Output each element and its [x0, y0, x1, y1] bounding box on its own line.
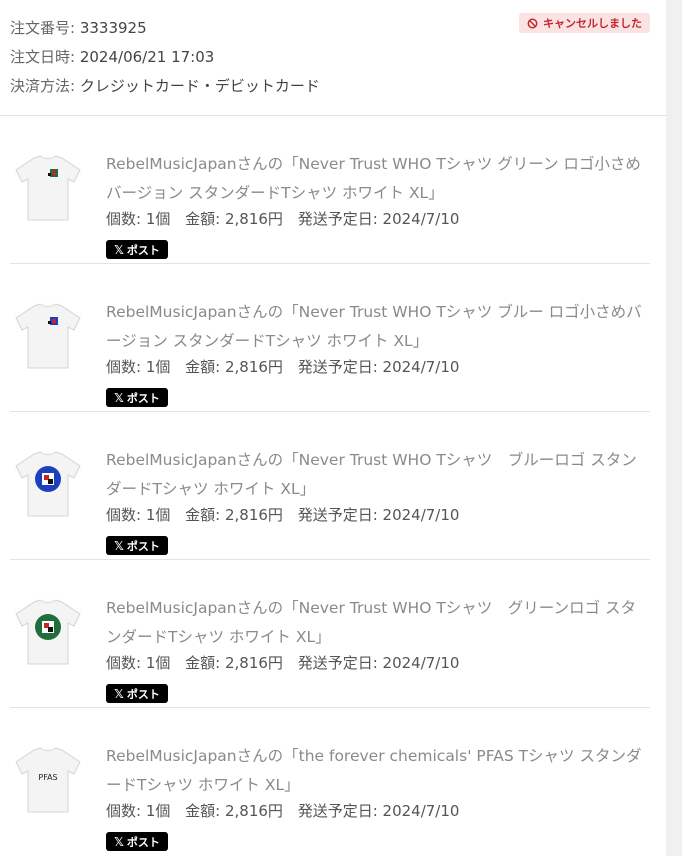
- order-detail: 注文番号: 3333925 注文日時: 2024/06/21 17:03 決済方…: [0, 0, 666, 855]
- ship-date: 発送予定日: 2024/7/10: [297, 654, 460, 672]
- tshirt-thumbnail[interactable]: [10, 448, 86, 524]
- x-logo-icon: 𝕏: [114, 242, 124, 257]
- list-item: PFAS RebelMusicJapanさんの「the forever chem…: [10, 708, 650, 855]
- order-date-label: 注文日時:: [10, 48, 76, 66]
- quantity: 個数: 1個: [106, 358, 171, 376]
- quantity: 個数: 1個: [106, 506, 171, 524]
- x-post-button[interactable]: 𝕏 ポスト: [106, 684, 168, 703]
- quantity: 個数: 1個: [106, 210, 171, 228]
- post-label: ポスト: [126, 687, 160, 701]
- item-details: 個数: 1個 金額: 2,816円 発送予定日: 2024/7/10: [106, 504, 469, 525]
- order-items: RebelMusicJapanさんの「Never Trust WHO Tシャツ …: [0, 116, 666, 855]
- tshirt-thumbnail[interactable]: PFAS: [10, 744, 86, 820]
- order-header: 注文番号: 3333925 注文日時: 2024/06/21 17:03 決済方…: [0, 0, 666, 116]
- x-logo-icon: 𝕏: [114, 390, 124, 405]
- item-details: 個数: 1個 金額: 2,816円 発送予定日: 2024/7/10: [106, 208, 469, 229]
- list-item: RebelMusicJapanさんの「Never Trust WHO Tシャツ …: [10, 116, 650, 264]
- payment-method-label: 決済方法:: [10, 77, 76, 95]
- order-number-line: 注文番号: 3333925: [10, 17, 147, 38]
- cancel-icon: [527, 18, 538, 28]
- x-post-button[interactable]: 𝕏 ポスト: [106, 536, 168, 555]
- tshirt-thumbnail[interactable]: [10, 300, 86, 376]
- product-title[interactable]: RebelMusicJapanさんの「Never Trust WHO Tシャツ …: [106, 446, 646, 504]
- ship-date: 発送予定日: 2024/7/10: [297, 210, 460, 228]
- list-item: RebelMusicJapanさんの「Never Trust WHO Tシャツ …: [10, 560, 650, 708]
- price: 金額: 2,816円: [185, 802, 283, 820]
- tshirt-thumbnail[interactable]: [10, 596, 86, 672]
- quantity: 個数: 1個: [106, 802, 171, 820]
- product-title[interactable]: RebelMusicJapanさんの「the forever chemicals…: [106, 742, 646, 800]
- pfas-print: PFAS: [38, 773, 57, 782]
- blue-logo-icon: [35, 466, 61, 492]
- item-details: 個数: 1個 金額: 2,816円 発送予定日: 2024/7/10: [106, 356, 469, 377]
- item-details: 個数: 1個 金額: 2,816円 発送予定日: 2024/7/10: [106, 652, 469, 673]
- product-title[interactable]: RebelMusicJapanさんの「Never Trust WHO Tシャツ …: [106, 594, 646, 652]
- item-details: 個数: 1個 金額: 2,816円 発送予定日: 2024/7/10: [106, 800, 469, 821]
- status-badge: キャンセルしました: [519, 13, 650, 33]
- x-post-button[interactable]: 𝕏 ポスト: [106, 240, 168, 259]
- post-label: ポスト: [126, 243, 160, 257]
- x-post-button[interactable]: 𝕏 ポスト: [106, 832, 168, 851]
- tshirt-thumbnail[interactable]: [10, 152, 86, 228]
- payment-method: クレジットカード・デビットカード: [79, 77, 320, 95]
- page-gutter: [666, 0, 682, 856]
- order-number-label: 注文番号:: [10, 19, 76, 37]
- order-number: 3333925: [79, 19, 147, 37]
- status-text: キャンセルしました: [543, 17, 642, 30]
- price: 金額: 2,816円: [185, 210, 283, 228]
- post-label: ポスト: [126, 391, 160, 405]
- green-logo-icon: [35, 614, 61, 640]
- ship-date: 発送予定日: 2024/7/10: [297, 802, 460, 820]
- list-item: RebelMusicJapanさんの「Never Trust WHO Tシャツ …: [10, 264, 650, 412]
- product-title[interactable]: RebelMusicJapanさんの「Never Trust WHO Tシャツ …: [106, 298, 646, 356]
- tshirt-shape: [15, 155, 81, 221]
- tshirt-shape: [15, 303, 81, 369]
- x-post-button[interactable]: 𝕏 ポスト: [106, 388, 168, 407]
- price: 金額: 2,816円: [185, 506, 283, 524]
- price: 金額: 2,816円: [185, 358, 283, 376]
- x-logo-icon: 𝕏: [114, 538, 124, 553]
- payment-method-line: 決済方法: クレジットカード・デビットカード: [10, 75, 320, 96]
- x-logo-icon: 𝕏: [114, 834, 124, 849]
- post-label: ポスト: [126, 835, 160, 849]
- product-title[interactable]: RebelMusicJapanさんの「Never Trust WHO Tシャツ …: [106, 150, 646, 208]
- post-label: ポスト: [126, 539, 160, 553]
- ship-date: 発送予定日: 2024/7/10: [297, 506, 460, 524]
- ship-date: 発送予定日: 2024/7/10: [297, 358, 460, 376]
- quantity: 個数: 1個: [106, 654, 171, 672]
- order-date: 2024/06/21 17:03: [79, 48, 215, 66]
- x-logo-icon: 𝕏: [114, 686, 124, 701]
- price: 金額: 2,816円: [185, 654, 283, 672]
- order-date-line: 注文日時: 2024/06/21 17:03: [10, 46, 214, 67]
- list-item: RebelMusicJapanさんの「Never Trust WHO Tシャツ …: [10, 412, 650, 560]
